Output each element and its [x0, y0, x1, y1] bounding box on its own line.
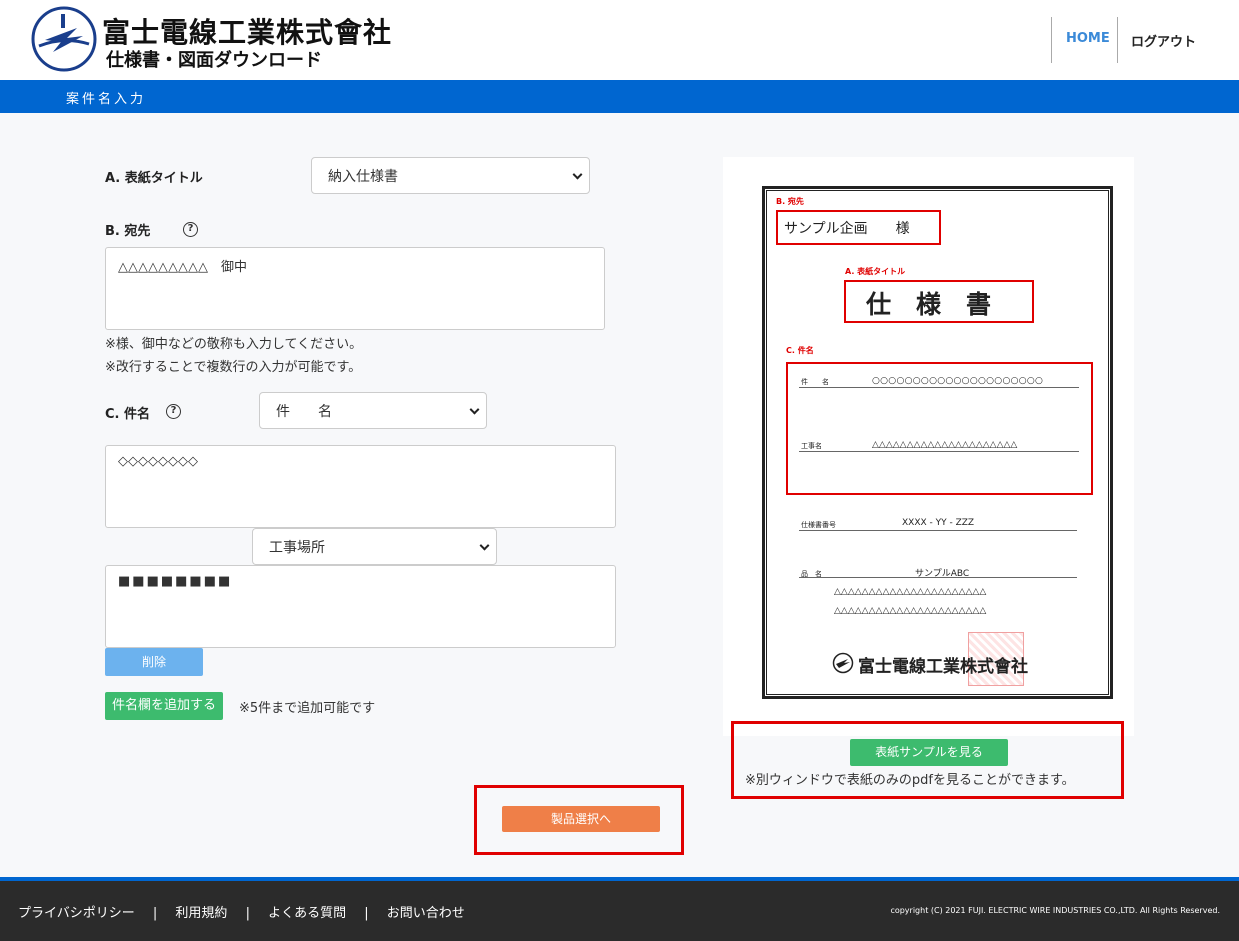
sample-product-line3: △△△△△△△△△△△△△△△△△△△△△△: [834, 606, 987, 616]
company-logo-icon: [31, 6, 97, 72]
chevron-down-icon: [469, 404, 480, 415]
sample-line: [799, 530, 1077, 531]
sample-spec-value: XXXX - YY - ZZZ: [902, 518, 975, 528]
nav-logout-link[interactable]: ログアウト: [1131, 31, 1196, 50]
sample-line: [799, 577, 1077, 578]
header: 富士電線工業株式會社 仕様書・図面ダウンロード HOME ログアウト: [0, 0, 1239, 80]
subject-textarea-2[interactable]: ■■■■■■■■: [105, 565, 616, 648]
cover-title-select[interactable]: 納入仕様書: [311, 157, 590, 194]
next-product-button[interactable]: 製品選択へ: [502, 806, 660, 832]
sample-product-line2: △△△△△△△△△△△△△△△△△△△△△△: [834, 587, 987, 597]
footer-separator: |: [245, 906, 250, 921]
add-subject-note: ※5件まで追加可能です: [239, 701, 376, 716]
company-logo-icon: [832, 652, 854, 674]
recipient-textarea[interactable]: △△△△△△△△△ 御中: [105, 247, 605, 330]
sample-recipient-tag: B. 宛先: [776, 197, 804, 206]
sample-recipient-text: サンプル企画 様: [784, 221, 910, 237]
subject-type-value-2: 工事場所: [269, 539, 325, 556]
footer-separator: |: [364, 906, 369, 921]
footer-link-privacy[interactable]: プライバシポリシー: [18, 906, 135, 921]
footer-link-contact[interactable]: お問い合わせ: [387, 906, 465, 921]
sample-title-text: 仕 様 書: [866, 290, 992, 319]
sample-row2-value: △△△△△△△△△△△△△△△△△△△△△: [872, 440, 1018, 450]
footer: プライバシポリシー | 利用規約 | よくある質問 | お問い合わせ copyr…: [0, 881, 1239, 941]
help-icon[interactable]: ?: [183, 222, 198, 237]
cover-title-value: 納入仕様書: [328, 168, 398, 185]
footer-link-terms[interactable]: 利用規約: [175, 906, 227, 921]
subject-type-select-2[interactable]: 工事場所: [252, 528, 497, 565]
sample-row2-label: 工事名: [801, 442, 822, 450]
sample-line: [799, 387, 1079, 388]
subject-textarea[interactable]: ◇◇◇◇◇◇◇◇: [105, 445, 616, 528]
chevron-down-icon: [572, 169, 583, 180]
footer-separator: |: [152, 906, 158, 921]
subject-type-select[interactable]: 件 名: [259, 392, 487, 429]
sample-row1-value: ○○○○○○○○○○○○○○○○○○○○○: [872, 376, 1044, 386]
recipient-label: B. 宛先: [105, 224, 151, 239]
sample-title-tag: A. 表紙タイトル: [845, 267, 906, 276]
subject-label: C. 件名: [105, 407, 151, 422]
view-sample-note: ※別ウィンドウで表紙のみのpdfを見ることができます。: [745, 773, 1075, 788]
nav-home-link[interactable]: HOME: [1066, 31, 1110, 46]
view-sample-button[interactable]: 表紙サンプルを見る: [850, 739, 1008, 766]
chevron-down-icon: [479, 540, 490, 551]
company-name: 富士電線工業株式會社: [102, 16, 393, 49]
footer-link-faq[interactable]: よくある質問: [268, 906, 346, 921]
add-subject-button[interactable]: 件名欄を追加する: [105, 692, 223, 720]
recipient-note-2: ※改行することで複数行の入力が可能です。: [105, 360, 362, 375]
recipient-note-1: ※様、御中などの敬称も入力してください。: [105, 337, 363, 352]
footer-links: プライバシポリシー | 利用規約 | よくある質問 | お問い合わせ: [18, 902, 479, 921]
sample-spec-label: 仕様書番号: [801, 521, 836, 529]
nav-divider: [1051, 17, 1052, 63]
section-bar: 案件名入力: [0, 80, 1239, 113]
sample-company-name: 富士電線工業株式會社: [858, 657, 1028, 677]
site-subtitle: 仕様書・図面ダウンロード: [106, 50, 322, 71]
cover-title-label: A. 表紙タイトル: [105, 171, 203, 186]
section-title: 案件名入力: [66, 92, 147, 107]
nav-divider: [1117, 17, 1118, 63]
sample-subject-tag: C. 件名: [786, 346, 814, 355]
copyright: copyright (C) 2021 FUJI. ELECTRIC WIRE I…: [890, 906, 1220, 915]
sample-line: [799, 451, 1079, 452]
help-icon[interactable]: ?: [166, 404, 181, 419]
delete-button[interactable]: 削除: [105, 648, 203, 676]
sample-row1-label: 件 名: [801, 378, 829, 386]
subject-type-value: 件 名: [276, 403, 332, 420]
